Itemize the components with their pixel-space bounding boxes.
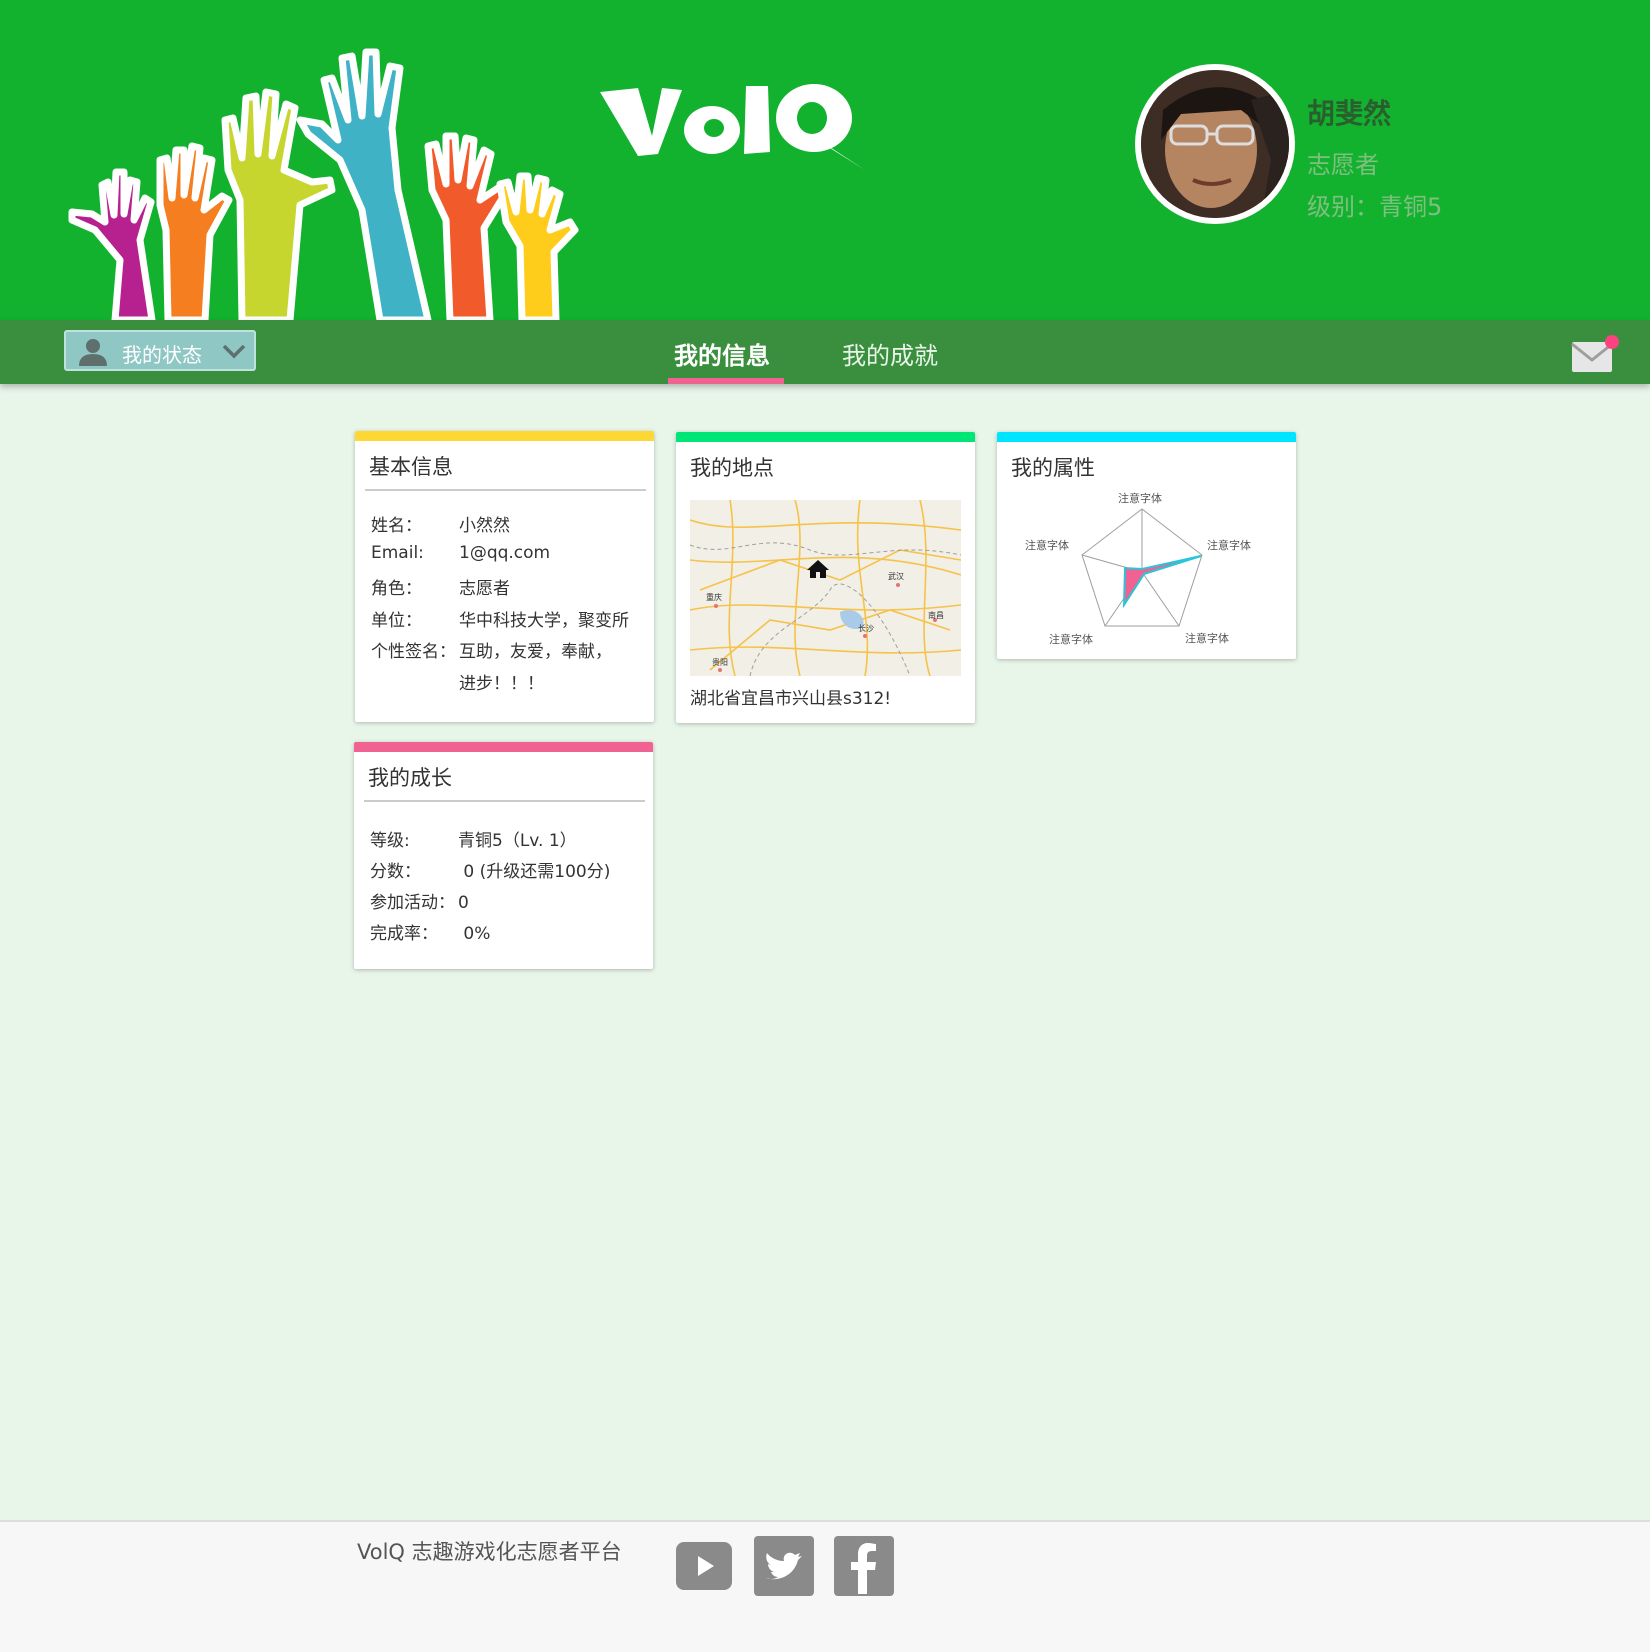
growth-row-completion: 完成率： 0%: [370, 924, 491, 944]
card-title: 我的属性: [1011, 456, 1095, 480]
status-dropdown[interactable]: 我的状态: [64, 330, 256, 371]
radar-axis-label: 注意字体: [1185, 631, 1229, 645]
person-icon: [79, 339, 107, 366]
facebook-icon[interactable]: [834, 1536, 894, 1596]
info-row-name: 姓名： 小然然: [371, 516, 510, 536]
card-title: 基本信息: [369, 455, 453, 479]
home-marker-icon: [807, 560, 829, 578]
info-row-signature: 个性签名： 互助，友爱，奉献，: [371, 642, 612, 662]
map-label: 南昌: [928, 610, 944, 620]
card-accent-bar: [997, 432, 1296, 442]
radar-axis-label: 注意字体: [1049, 632, 1093, 646]
location-address: 湖北省宜昌市兴山县s312!: [690, 689, 892, 709]
youtube-icon[interactable]: [674, 1536, 734, 1596]
card-accent-bar: [354, 742, 653, 752]
card-title: 我的地点: [690, 456, 774, 480]
location-card: 我的地点 武汉 重庆 长沙 南昌 贵阳 湖北省宜昌市兴山县s312!: [676, 432, 975, 723]
radar-area: [1122, 555, 1202, 609]
map-label: 武汉: [888, 571, 904, 581]
header-banner: 胡斐然 志愿者 级别：青铜5: [0, 0, 1650, 320]
avatar-photo: [1141, 70, 1289, 218]
info-row-signature-cont: 进步！！！: [459, 674, 544, 694]
twitter-icon[interactable]: [754, 1536, 814, 1596]
radar-axis-label: 注意字体: [1118, 491, 1162, 505]
map-label: 长沙: [858, 623, 874, 633]
radar-axis-label: 注意字体: [1025, 538, 1069, 552]
navbar: 我的状态 我的信息 我的成就: [0, 320, 1650, 384]
attributes-card: 我的属性 注意字体 注意字体 注意字体 注意字体 注意字体: [997, 432, 1296, 659]
raised-hands-illustration: [68, 48, 579, 320]
tab-my-info[interactable]: 我的信息: [674, 336, 770, 371]
card-title: 我的成长: [368, 766, 452, 790]
map-roads: 武汉 重庆 长沙 南昌 贵阳: [690, 500, 961, 676]
map-label: 重庆: [706, 592, 722, 602]
info-row-role: 角色： 志愿者: [371, 579, 510, 599]
user-role: 志愿者: [1307, 151, 1379, 179]
info-row-org: 单位： 华中科技大学，聚变所: [371, 611, 629, 631]
active-tab-indicator: [668, 378, 784, 384]
tab-my-achievements[interactable]: 我的成就: [842, 336, 938, 371]
growth-row-activities: 参加活动： 0: [370, 893, 469, 913]
growth-card: 我的成长 等级: 青铜5（Lv. 1） 分数： 0 (升级还需100分) 参加活动…: [354, 742, 653, 969]
location-map[interactable]: 武汉 重庆 长沙 南昌 贵阳: [690, 500, 961, 676]
status-dropdown-label: 我的状态: [122, 343, 202, 367]
user-level: 级别：青铜5: [1307, 193, 1443, 221]
card-accent-bar: [676, 432, 975, 442]
attributes-radar-chart: 注意字体 注意字体 注意字体 注意字体 注意字体: [1025, 491, 1251, 646]
footer-text: VolQ 志趣游戏化志愿者平台: [357, 1540, 622, 1564]
user-avatar[interactable]: [1135, 64, 1295, 224]
divider: [364, 800, 645, 802]
map-label: 贵阳: [712, 657, 728, 667]
basic-info-card: 基本信息 姓名： 小然然 Email: 1@qq.com 角色： 志愿者 单位： 华中科…: [355, 431, 654, 722]
footer: VolQ 志趣游戏化志愿者平台: [0, 1520, 1650, 1652]
notification-dot: [1605, 335, 1619, 349]
chevron-down-icon: [222, 344, 246, 359]
divider: [365, 489, 646, 491]
growth-row-score: 分数： 0 (升级还需100分): [370, 862, 611, 882]
volq-logo: [600, 84, 865, 170]
card-accent-bar: [355, 431, 654, 441]
growth-row-level: 等级: 青铜5（Lv. 1）: [370, 831, 577, 851]
info-row-email: Email: 1@qq.com: [371, 543, 551, 563]
mail-icon[interactable]: [1570, 334, 1620, 374]
user-name: 胡斐然: [1307, 97, 1392, 130]
radar-axis-label: 注意字体: [1207, 538, 1251, 552]
